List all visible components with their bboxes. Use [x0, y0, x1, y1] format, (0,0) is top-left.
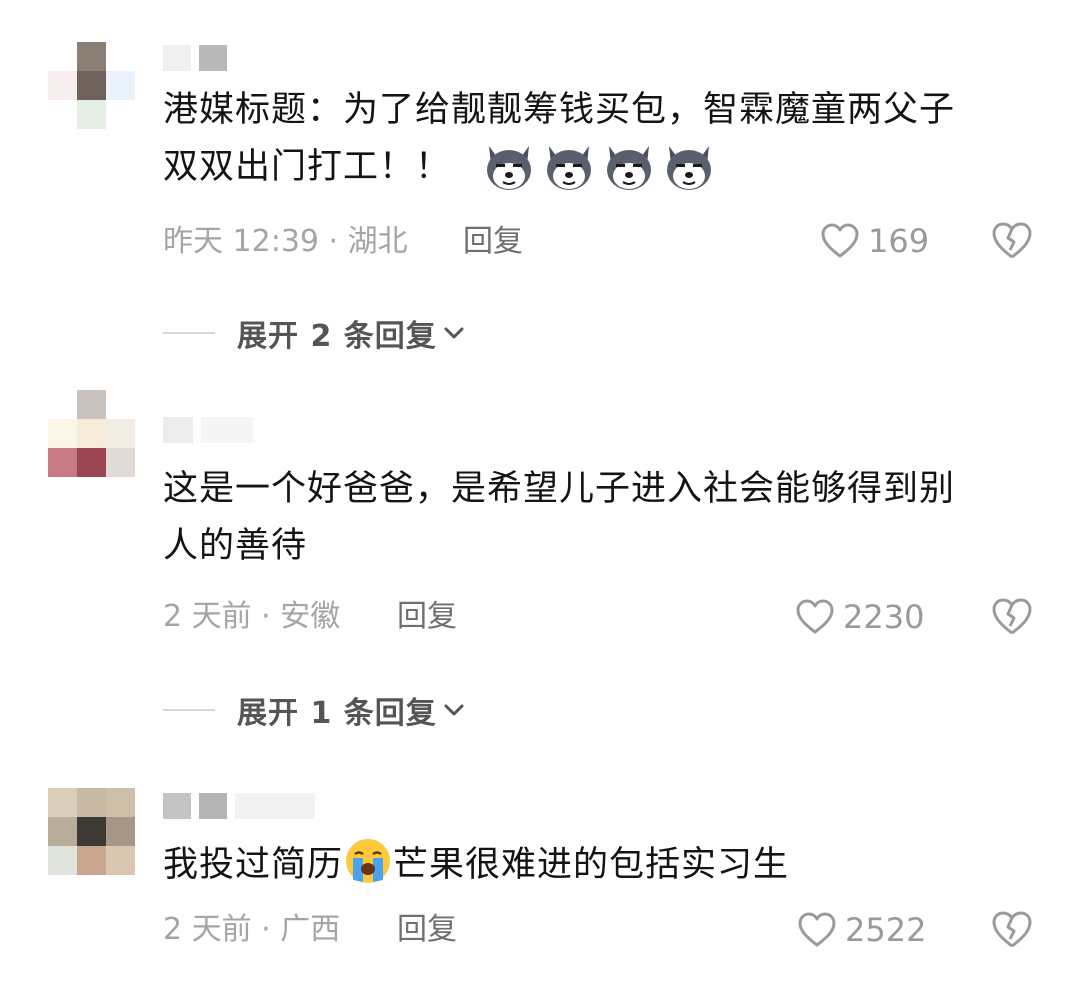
- avatar[interactable]: [48, 788, 136, 876]
- expand-replies-button[interactable]: 展开 1 条回复: [163, 690, 467, 731]
- emoji-group: [483, 142, 715, 194]
- broken-heart-icon[interactable]: [990, 220, 1034, 262]
- heart-icon: [821, 223, 859, 258]
- avatar[interactable]: [48, 42, 136, 130]
- like-button[interactable]: 169: [820, 219, 929, 263]
- husky-emoji-icon: [607, 146, 652, 190]
- like-count: 169: [868, 222, 930, 260]
- divider-line: [163, 709, 215, 711]
- loudly-crying-emoji-icon: [346, 839, 391, 883]
- broken-heart-icon[interactable]: [990, 596, 1034, 638]
- comment-meta: 2 天前 · 安徽: [163, 599, 341, 634]
- chevron-down-icon: [444, 704, 464, 716]
- comment-meta: 2 天前 · 广西: [163, 912, 341, 947]
- avatar[interactable]: [48, 390, 136, 478]
- username-blurred[interactable]: [163, 44, 227, 72]
- chevron-down-icon: [444, 327, 464, 339]
- comment-text: 我投过简历 芒果很难进的包括实习生: [163, 836, 1043, 894]
- reply-button[interactable]: 回复: [397, 910, 457, 950]
- like-count: 2522: [845, 911, 927, 949]
- like-button[interactable]: 2230: [795, 595, 924, 639]
- heart-icon: [798, 912, 836, 947]
- comment-text: 这是一个好爸爸，是希望儿子进入社会能够得到别 人的善待: [163, 469, 956, 566]
- username-blurred[interactable]: [163, 792, 315, 820]
- reply-button[interactable]: 回复: [463, 222, 523, 262]
- comment-meta: 昨天 12:39 · 湖北: [163, 224, 408, 259]
- like-count: 2230: [843, 598, 925, 636]
- username-blurred[interactable]: [163, 416, 253, 444]
- divider-line: [163, 332, 215, 334]
- husky-emoji-icon: [547, 146, 592, 190]
- broken-heart-icon[interactable]: [990, 909, 1034, 951]
- comment-text: 港媒标题：为了给靓靓筹钱买包，智霖魔童两父子 双双出门打工！！: [163, 82, 1043, 196]
- reply-button[interactable]: 回复: [397, 597, 457, 637]
- husky-emoji-icon: [487, 146, 532, 190]
- expand-replies-label: 展开 1 条回复: [237, 696, 437, 731]
- heart-icon: [796, 599, 834, 634]
- expand-replies-button[interactable]: 展开 2 条回复: [163, 313, 467, 354]
- expand-replies-label: 展开 2 条回复: [237, 319, 437, 354]
- like-button[interactable]: 2522: [797, 908, 926, 952]
- husky-emoji-icon: [667, 146, 712, 190]
